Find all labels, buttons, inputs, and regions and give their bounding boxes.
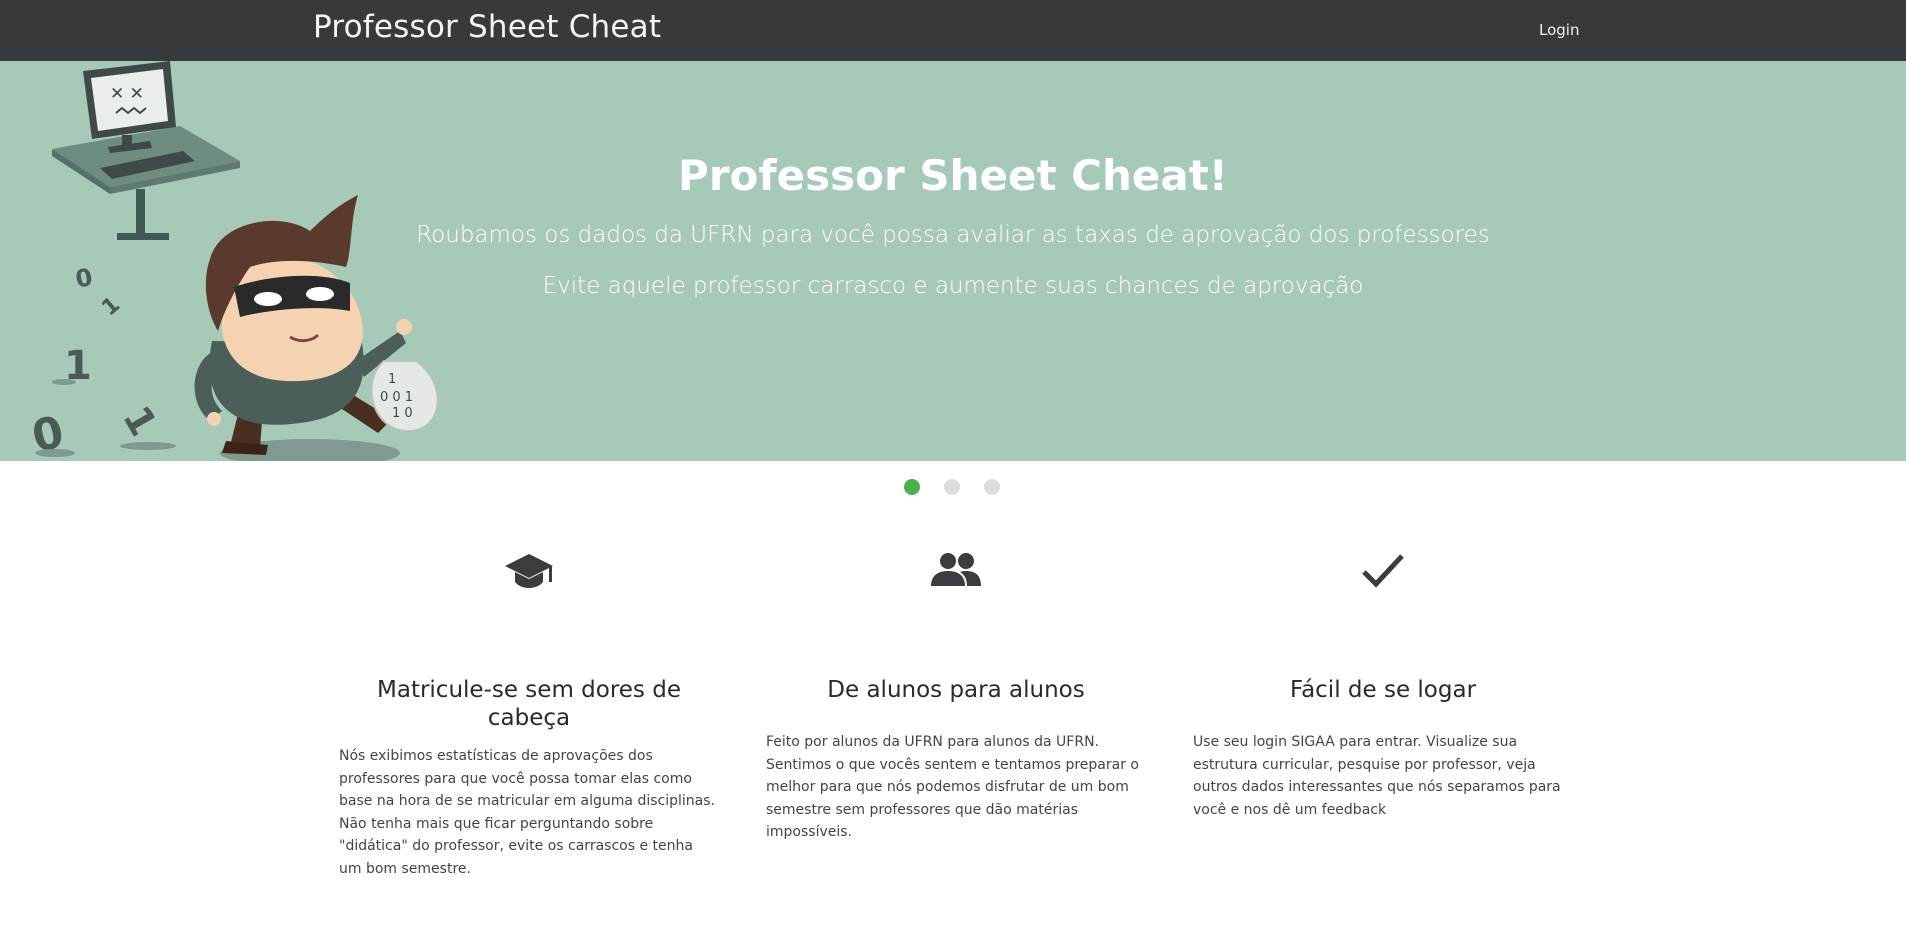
- feature-text: Feito por alunos da UFRN para alunos da …: [766, 734, 1139, 840]
- svg-text:1 0: 1 0: [392, 406, 413, 421]
- top-navbar: Professor Sheet Cheat Login: [0, 0, 1906, 61]
- svg-text:✕ ✕: ✕ ✕: [110, 84, 144, 104]
- svg-text:1: 1: [114, 398, 165, 443]
- carousel-dot-1[interactable]: [904, 479, 920, 495]
- hero-subtitle-2: Evite aquele professor carrasco e aument…: [542, 273, 1364, 299]
- feature-text: Nós exibimos estatísticas de aprovações …: [339, 748, 715, 877]
- svg-text:0 0 1: 0 0 1: [380, 390, 413, 405]
- check-icon: [1362, 554, 1404, 588]
- feature-enrollment: Matricule-se sem dores de cabeça Nós exi…: [339, 550, 719, 880]
- thief-with-computer-illustration: ✕ ✕ 0 1 1 0 1 1 0 0 1 1 0: [28, 61, 439, 461]
- users-icon: [931, 553, 981, 586]
- feature-title: Matricule-se sem dores de cabeça: [377, 677, 681, 731]
- feature-login: Fácil de se logar Use seu login SIGAA pa…: [1193, 550, 1573, 821]
- hero-banner: ✕ ✕ 0 1 1 0 1 1 0 0 1 1 0 Professor Shee…: [0, 61, 1906, 461]
- feature-text: Use seu login SIGAA para entrar. Visuali…: [1193, 734, 1561, 818]
- feature-title: De alunos para alunos: [827, 677, 1085, 703]
- carousel-dot-2[interactable]: [944, 479, 960, 495]
- feature-students: De alunos para alunos Feito por alunos d…: [766, 550, 1146, 844]
- brand-logo-text[interactable]: Professor Sheet Cheat: [313, 9, 661, 45]
- svg-text:1: 1: [388, 372, 396, 387]
- carousel-dot-3[interactable]: [984, 479, 1000, 495]
- hero-title: Professor Sheet Cheat!: [678, 151, 1228, 200]
- graduation-cap-icon: [505, 554, 553, 588]
- hero-subtitle-1: Roubamos os dados da UFRN para você poss…: [416, 222, 1490, 248]
- feature-title: Fácil de se logar: [1289, 677, 1477, 703]
- login-link[interactable]: Login: [1539, 21, 1579, 39]
